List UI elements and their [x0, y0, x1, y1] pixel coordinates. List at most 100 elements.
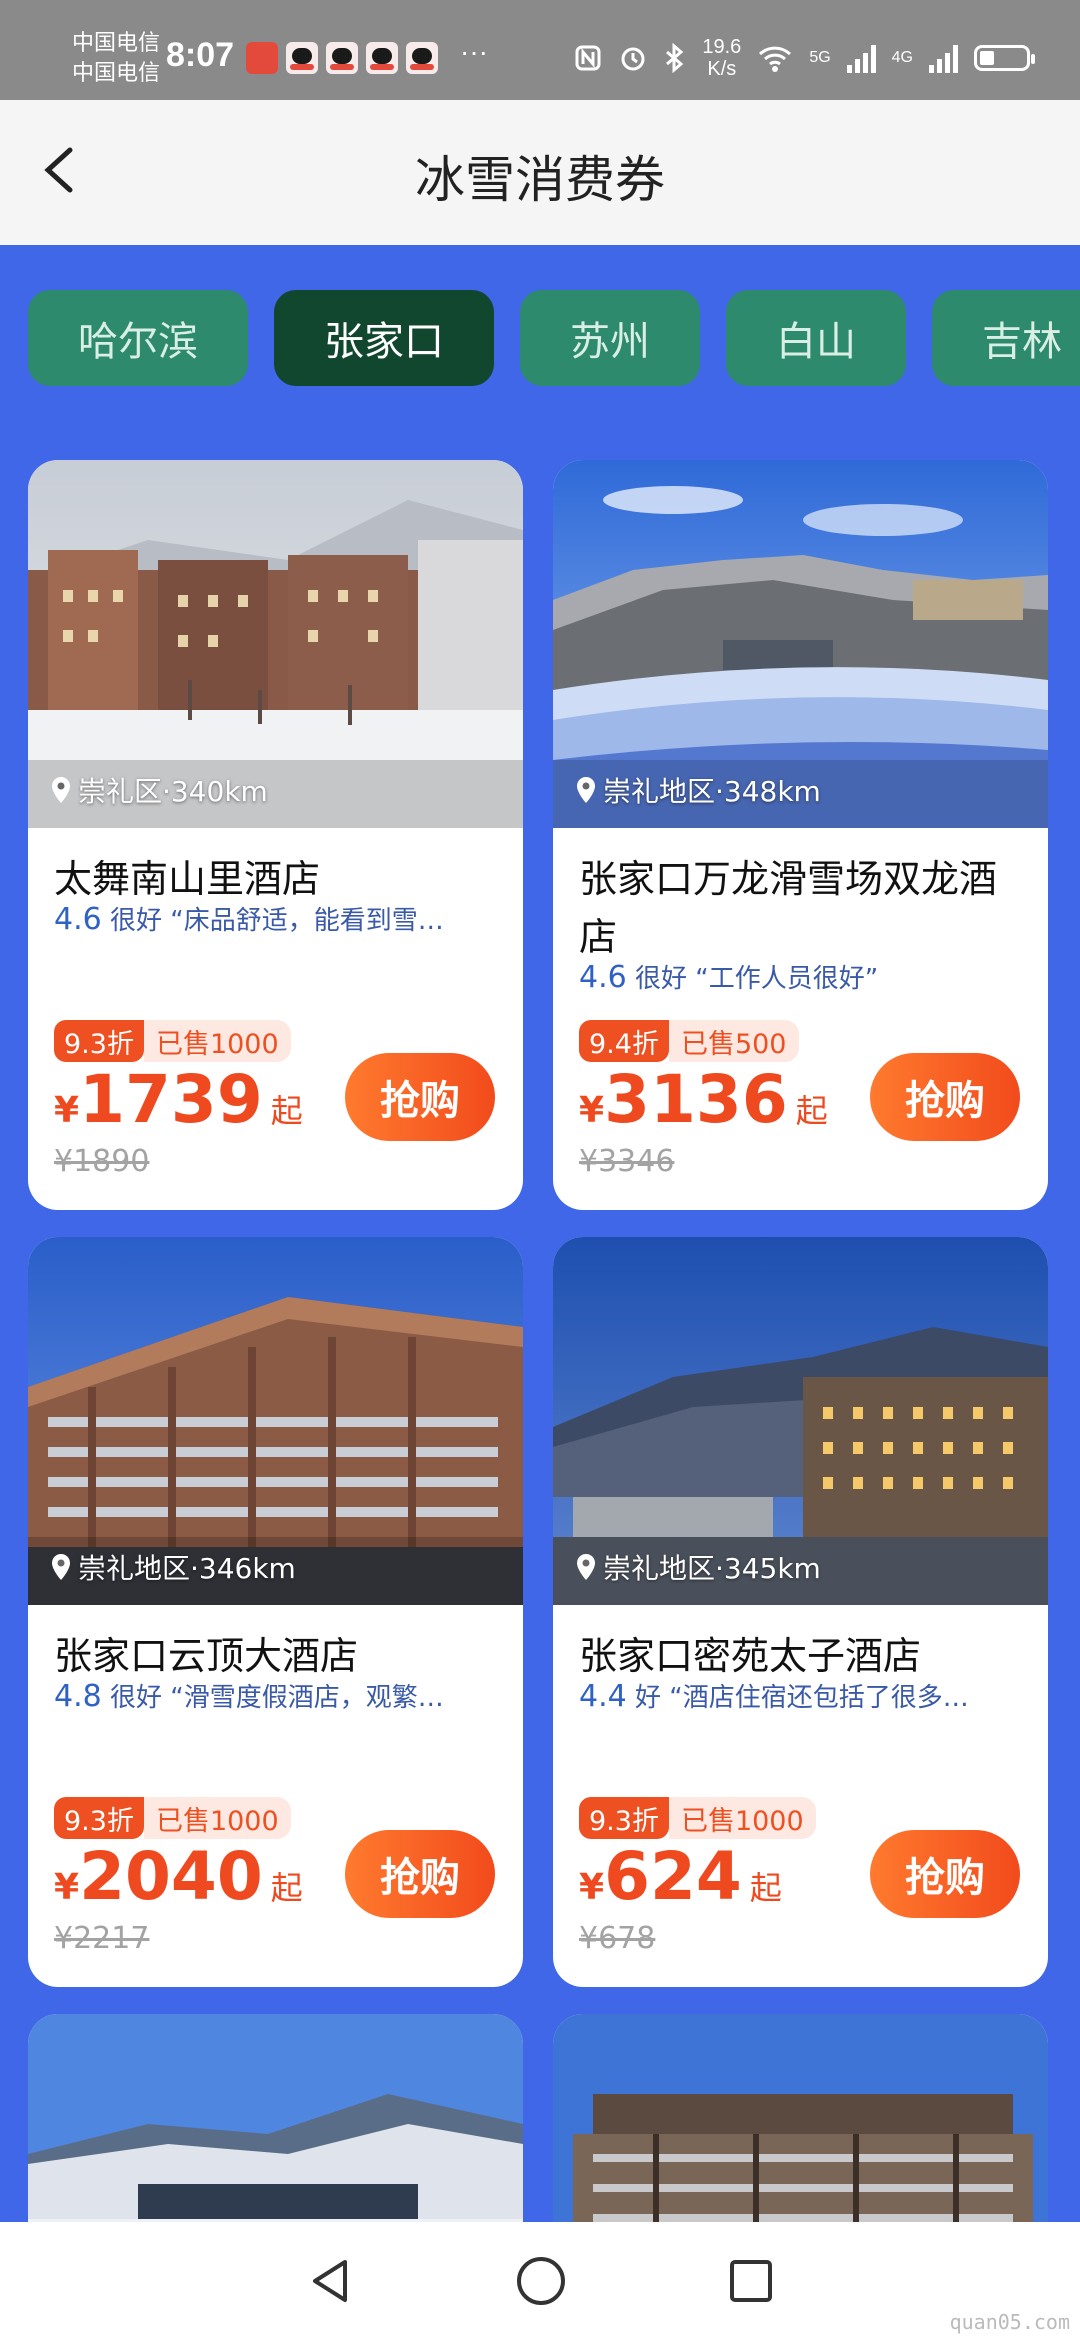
price: ¥ 3136 起 [579, 1064, 828, 1136]
hotel-card[interactable]: 崇礼区·340km 太舞南山里酒店 4.6 很好 “床品舒适，能看到雪… 9.3… [28, 460, 523, 1210]
hotel-card[interactable]: 崇礼地区·346km 张家口云顶大酒店 4.8 很好 “滑雪度假酒店，观繁… 9… [28, 1237, 523, 1987]
tab-zhangjiakou[interactable]: 张家口 [274, 290, 494, 386]
back-triangle-icon[interactable] [305, 2256, 355, 2306]
price-amount: 2040 [79, 1838, 263, 1915]
buy-button[interactable]: 抢购 [870, 1830, 1020, 1918]
more-notifications-icon: ··· [460, 36, 488, 67]
rating-text: 好 “酒店住宿还包括了很多… [634, 1683, 969, 1713]
location-pin-icon [52, 1554, 70, 1580]
alarm-icon [621, 47, 645, 71]
carrier-1: 中国电信 [72, 30, 161, 55]
location-tag: 崇礼地区·348km [575, 770, 821, 810]
sold-count-badge: 已售1000 [143, 1020, 291, 1062]
price-suffix: 起 [795, 1092, 828, 1130]
buy-button[interactable]: 抢购 [345, 1053, 495, 1141]
rating-score: 4.6 [54, 902, 102, 937]
status-icons: 19.6 K/s 5G 4G [574, 36, 1035, 80]
watermark: quan05.com [949, 2310, 1070, 2334]
buy-button[interactable]: 抢购 [345, 1830, 495, 1918]
hotel-rating: 4.6 很好 “工作人员很好” [579, 958, 1029, 995]
price: ¥ 1739 起 [54, 1064, 303, 1136]
currency-symbol: ¥ [579, 1090, 605, 1131]
signal-icon [929, 43, 958, 73]
deal-badges: 9.3折 已售1000 [54, 1020, 291, 1062]
price-suffix: 起 [270, 1092, 303, 1130]
original-price: ¥1890 [54, 1144, 150, 1179]
deal-badges: 9.3折 已售1000 [54, 1797, 291, 1839]
rating-text: 很好 “工作人员很好” [634, 964, 879, 994]
location-pin-icon [52, 777, 70, 803]
currency-symbol: ¥ [54, 1867, 80, 1908]
battery-icon [974, 45, 1035, 71]
page-header: 冰雪消费券 [0, 100, 1080, 245]
notification-icons [246, 42, 438, 74]
price-suffix: 起 [270, 1869, 303, 1907]
app-notification-icon [406, 42, 438, 74]
network-speed: 19.6 K/s [702, 36, 741, 80]
status-bar: 中国电信 中国电信 8:07 ··· 19.6 K/s 5G 4G [0, 0, 1080, 100]
carrier-info: 中国电信 中国电信 [72, 28, 160, 88]
location-tag: 崇礼地区·345km [575, 1547, 821, 1587]
app-notification-icon [366, 42, 398, 74]
hotel-card[interactable]: 崇礼地区·345km 张家口密苑太子酒店 4.4 好 “酒店住宿还包括了很多… … [553, 1237, 1048, 1987]
tab-jilin[interactable]: 吉林 [932, 290, 1080, 386]
hotel-card[interactable]: 崇礼地区·348km 张家口万龙滑雪场双龙酒店 4.6 很好 “工作人员很好” … [553, 460, 1048, 1210]
price-amount: 624 [604, 1838, 742, 1915]
location-text: 崇礼区·340km [78, 775, 268, 808]
clock: 8:07 [166, 36, 235, 74]
carrier-2: 中国电信 [72, 60, 161, 85]
tab-baishan[interactable]: 白山 [726, 290, 906, 386]
rating-text: 很好 “床品舒适，能看到雪… [109, 906, 444, 936]
sold-count-badge: 已售1000 [668, 1797, 816, 1839]
app-notification-icon [286, 42, 318, 74]
discount-badge: 9.3折 [579, 1797, 669, 1839]
page-title: 冰雪消费券 [415, 151, 665, 209]
signal-icon [846, 43, 876, 73]
price: ¥ 2040 起 [54, 1841, 303, 1913]
hotel-name: 张家口万龙滑雪场双龙酒店 [579, 857, 998, 959]
location-text: 崇礼地区·346km [78, 1552, 296, 1585]
rating-score: 4.6 [579, 960, 627, 995]
app-notification-icon [246, 42, 278, 74]
speed-value: 19.6 [702, 36, 742, 58]
price-suffix: 起 [749, 1869, 782, 1907]
discount-badge: 9.3折 [54, 1797, 144, 1839]
network-4g-label: 4G [891, 49, 913, 66]
original-price: ¥678 [579, 1921, 656, 1956]
network-5g-label: 5G [809, 49, 831, 66]
home-circle-icon[interactable] [515, 2255, 567, 2307]
hotel-rating: 4.4 好 “酒店住宿还包括了很多… [579, 1677, 1029, 1714]
discount-badge: 9.3折 [54, 1020, 144, 1062]
app-notification-icon [326, 42, 358, 74]
tab-harbin[interactable]: 哈尔滨 [28, 290, 248, 386]
location-text: 崇礼地区·348km [603, 775, 821, 808]
wifi-icon [759, 46, 792, 72]
recents-square-icon[interactable] [727, 2257, 775, 2305]
system-nav-bar [0, 2222, 1080, 2340]
location-text: 崇礼地区·345km [603, 1552, 821, 1585]
original-price: ¥2217 [54, 1921, 150, 1956]
deal-badges: 9.4折 已售500 [579, 1020, 799, 1062]
city-tabs: 哈尔滨 张家口 苏州 白山 吉林 [28, 290, 1080, 386]
currency-symbol: ¥ [579, 1867, 605, 1908]
tab-suzhou[interactable]: 苏州 [520, 290, 700, 386]
currency-symbol: ¥ [54, 1090, 80, 1131]
price-amount: 1739 [79, 1061, 263, 1138]
hotel-rating: 4.8 很好 “滑雪度假酒店，观繁… [54, 1677, 504, 1714]
price-amount: 3136 [604, 1061, 788, 1138]
sold-count-badge: 已售500 [668, 1020, 799, 1062]
original-price: ¥3346 [579, 1144, 675, 1179]
buy-button[interactable]: 抢购 [870, 1053, 1020, 1141]
location-tag: 崇礼地区·346km [50, 1547, 296, 1587]
rating-text: 很好 “滑雪度假酒店，观繁… [109, 1683, 444, 1713]
location-pin-icon [577, 777, 595, 803]
location-tag: 崇礼区·340km [50, 770, 268, 810]
rating-score: 4.8 [54, 1679, 102, 1714]
nfc-icon [575, 45, 601, 71]
location-pin-icon [577, 1554, 595, 1580]
price: ¥ 624 起 [579, 1841, 782, 1913]
hotel-rating: 4.6 很好 “床品舒适，能看到雪… [54, 900, 504, 937]
discount-badge: 9.4折 [579, 1020, 669, 1062]
sold-count-badge: 已售1000 [143, 1797, 291, 1839]
bluetooth-icon [666, 43, 684, 73]
